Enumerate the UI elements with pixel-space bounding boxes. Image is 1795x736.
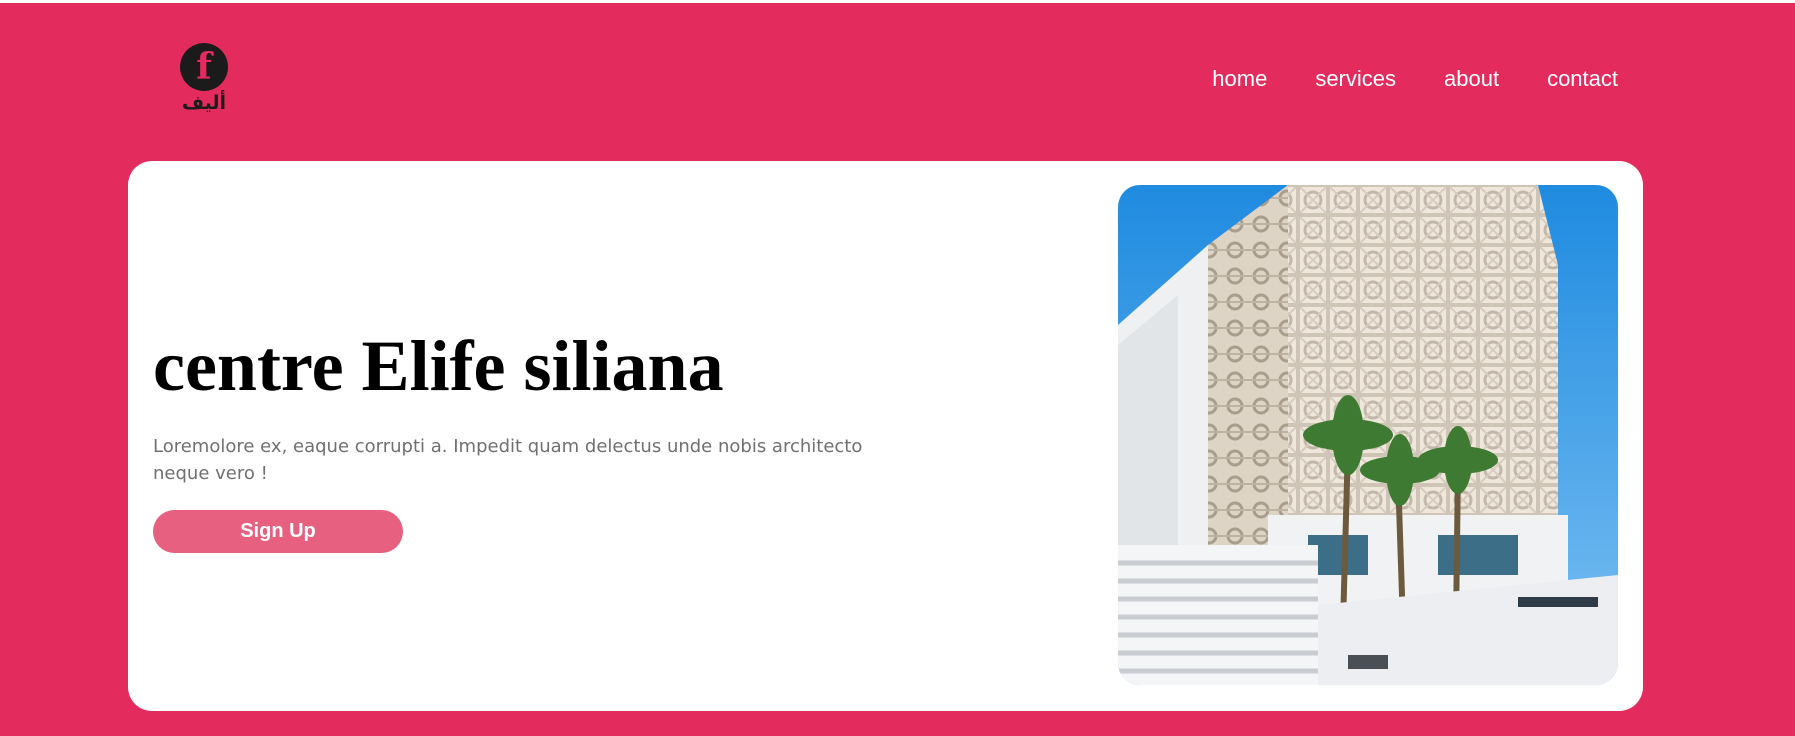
- nav-link-contact[interactable]: contact: [1547, 66, 1618, 92]
- building-illustration: [1118, 185, 1618, 685]
- page-background: f أليف home services about contact centr…: [0, 3, 1795, 736]
- nav-link-services[interactable]: services: [1315, 66, 1396, 92]
- nav-link-home[interactable]: home: [1212, 66, 1267, 92]
- hero-description: Loremolore ex, eaque corrupti a. Impedit…: [153, 436, 863, 484]
- logo-glyph: f: [196, 46, 212, 88]
- sign-up-button[interactable]: Sign Up: [153, 510, 403, 553]
- logo-text: أليف: [181, 92, 227, 114]
- nav-link-about[interactable]: about: [1444, 66, 1499, 92]
- hero-title: centre Elife siliana: [153, 326, 724, 406]
- main-nav: home services about contact: [1212, 66, 1618, 92]
- hero-card: centre Elife siliana Loremolore ex, eaqu…: [128, 161, 1643, 711]
- brand-logo[interactable]: f أليف: [176, 43, 232, 119]
- hero-building-image: [1118, 185, 1618, 685]
